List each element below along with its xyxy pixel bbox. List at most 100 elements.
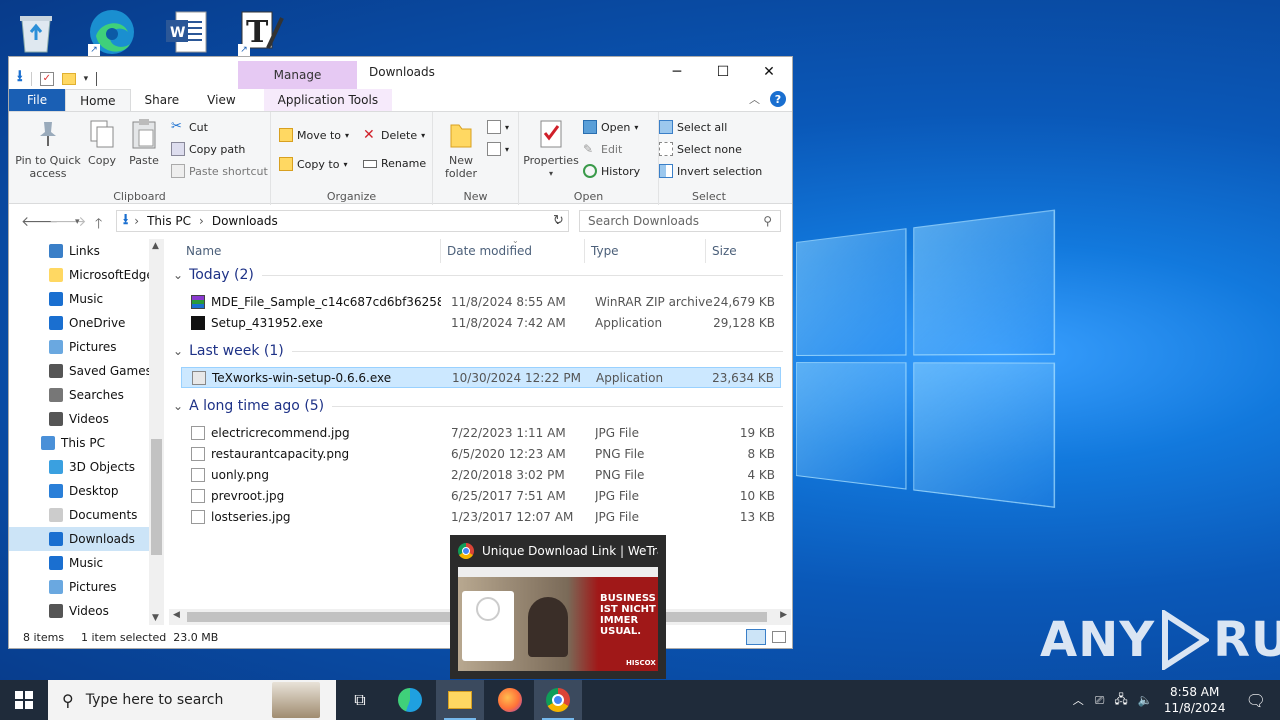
network-icon[interactable]: 🖧: [1109, 690, 1132, 711]
clock[interactable]: 8:58 AM 11/8/2024: [1158, 684, 1232, 716]
file-icon: [191, 510, 205, 524]
rename-button[interactable]: Rename: [363, 157, 426, 170]
cut-button[interactable]: ✂ Cut: [171, 120, 208, 134]
edge-icon[interactable]: ↗: [86, 6, 138, 58]
nav-scrollbar[interactable]: ▲ ▼: [149, 239, 164, 625]
taskbar-edge[interactable]: [386, 680, 434, 720]
sidebar-item-pictures[interactable]: Pictures: [9, 335, 164, 359]
taskbar-firefox[interactable]: [486, 680, 534, 720]
group-header[interactable]: ⌄ Last week (1): [173, 343, 783, 359]
title-bar[interactable]: ⭳ ✓ ▾ Manage Downloads ─ ☐ ✕: [9, 57, 792, 89]
taskbar-chrome[interactable]: [534, 680, 582, 720]
sidebar-item-microsoftedge[interactable]: MicrosoftEdge: [9, 263, 164, 287]
sidebar-item-music[interactable]: Music: [9, 287, 164, 311]
breadcrumb-this-pc[interactable]: This PC: [147, 214, 191, 228]
sidebar-item-videos[interactable]: Videos: [9, 407, 164, 431]
notifications-icon[interactable]: 🗨: [1232, 691, 1280, 710]
table-row[interactable]: MDE_File_Sample_c14c687cd6bf362583cc... 1…: [181, 291, 781, 312]
invert-selection-icon: [659, 164, 673, 178]
details-view-icon[interactable]: [746, 629, 766, 645]
sidebar-item-videos[interactable]: Videos: [9, 599, 164, 623]
properties-icon[interactable]: ✓: [40, 72, 54, 86]
copy-to-button[interactable]: Copy to ▾: [279, 157, 347, 171]
file-name: Setup_431952.exe: [211, 316, 323, 330]
sidebar-item-searches[interactable]: Searches: [9, 383, 164, 407]
maximize-button[interactable]: ☐: [700, 57, 746, 87]
taskbar-search-box[interactable]: ⚲ Type here to search: [48, 680, 336, 720]
collapse-ribbon-icon[interactable]: ︿: [749, 91, 760, 107]
up-button[interactable]: 🡑: [95, 213, 102, 237]
tab-manage[interactable]: Manage: [238, 61, 357, 89]
scissors-icon: ✂: [171, 120, 185, 134]
recent-locations-button[interactable]: ▾: [75, 217, 80, 227]
copy-path-button[interactable]: Copy path: [171, 142, 245, 156]
column-type[interactable]: Type: [591, 244, 619, 258]
properties-button[interactable]: Properties ▾: [523, 118, 579, 180]
close-button[interactable]: ✕: [746, 57, 792, 87]
easy-access-button[interactable]: ▾: [487, 142, 509, 156]
forward-button[interactable]: 🡒: [49, 213, 87, 230]
tab-file[interactable]: File: [9, 89, 65, 111]
table-row[interactable]: prevroot.jpg 6/25/2017 7:51 AM JPG File 10 …: [181, 485, 781, 506]
move-to-button[interactable]: Move to ▾: [279, 128, 349, 142]
invert-selection-button[interactable]: Invert selection: [659, 164, 762, 178]
new-folder-button[interactable]: New folder: [441, 118, 481, 180]
tab-application-tools[interactable]: Application Tools: [264, 89, 392, 111]
meet-now-icon[interactable]: ⎚: [1090, 693, 1110, 708]
rename-icon: [363, 160, 377, 168]
edit-button[interactable]: ✎ Edit: [583, 142, 622, 156]
open-button[interactable]: Open ▾: [583, 120, 638, 134]
taskbar-file-explorer[interactable]: [436, 680, 484, 720]
group-header[interactable]: ⌄ A long time ago (5): [173, 398, 783, 414]
column-size[interactable]: Size: [712, 244, 737, 258]
select-none-button[interactable]: Select none: [659, 142, 742, 156]
new-item-button[interactable]: ▾: [487, 120, 509, 134]
address-box[interactable]: ⭳ › This PC › Downloads ⌄: [116, 210, 569, 232]
recycle-bin-icon[interactable]: [10, 6, 62, 58]
sidebar-item-downloads[interactable]: Downloads: [9, 527, 164, 551]
large-icons-view-icon[interactable]: [772, 631, 786, 643]
sidebar-item-onedrive[interactable]: OneDrive: [9, 311, 164, 335]
show-hidden-icons-icon[interactable]: ︿: [1067, 692, 1090, 708]
help-icon[interactable]: ?: [770, 91, 786, 107]
sidebar-item-music[interactable]: Music: [9, 551, 164, 575]
minimize-button[interactable]: ─: [654, 57, 700, 87]
new-folder-icon[interactable]: [62, 73, 76, 85]
table-row[interactable]: restaurantcapacity.png 6/5/2020 12:23 AM P…: [181, 443, 781, 464]
start-button[interactable]: [0, 680, 48, 720]
column-date-modified[interactable]: Date modified: [447, 244, 532, 258]
task-view-button[interactable]: ⧉: [336, 680, 384, 720]
sidebar-item-desktop[interactable]: Desktop: [9, 479, 164, 503]
paste-button[interactable]: Paste: [125, 118, 163, 167]
sidebar-item-links[interactable]: Links: [9, 239, 164, 263]
group-header[interactable]: ⌄ Today (2): [173, 267, 783, 283]
sidebar-item-3d-objects[interactable]: 3D Objects: [9, 455, 164, 479]
paste-shortcut-button[interactable]: Paste shortcut: [171, 164, 268, 178]
tab-share[interactable]: Share: [131, 89, 194, 111]
table-row[interactable]: TeXworks-win-setup-0.6.6.exe 10/30/2024 1…: [181, 367, 781, 388]
table-row[interactable]: electricrecommend.jpg 7/22/2023 1:11 AM JP…: [181, 422, 781, 443]
select-all-button[interactable]: Select all: [659, 120, 727, 134]
sidebar-item-pictures[interactable]: Pictures: [9, 575, 164, 599]
sidebar-item-saved-games[interactable]: Saved Games: [9, 359, 164, 383]
texworks-icon[interactable]: T ↗: [236, 6, 288, 58]
copy-button[interactable]: Copy: [85, 118, 119, 167]
column-name[interactable]: Name: [186, 244, 221, 258]
customize-dropdown-icon[interactable]: ▾: [84, 74, 89, 84]
sidebar-item-documents[interactable]: Documents: [9, 503, 164, 527]
breadcrumb-downloads[interactable]: Downloads: [212, 214, 278, 228]
taskbar-thumbnail-preview[interactable]: Unique Download Link | WeTra... BUSINESS…: [450, 535, 666, 679]
tab-home[interactable]: Home: [65, 89, 130, 111]
table-row[interactable]: Setup_431952.exe 11/8/2024 7:42 AM Applica…: [181, 312, 781, 333]
delete-button[interactable]: ✕ Delete ▾: [363, 128, 425, 142]
tab-view[interactable]: View: [193, 89, 249, 111]
table-row[interactable]: lostseries.jpg 1/23/2017 12:07 AM JPG File…: [181, 506, 781, 527]
pin-to-quick-access-button[interactable]: Pin to Quick access: [13, 118, 83, 180]
volume-icon[interactable]: 🔈: [1133, 693, 1158, 707]
history-button[interactable]: History: [583, 164, 640, 178]
word-icon[interactable]: W: [160, 6, 212, 58]
search-input[interactable]: Search Downloads ⚲: [579, 210, 781, 232]
sidebar-item-this-pc[interactable]: This PC: [9, 431, 164, 455]
refresh-icon[interactable]: ↻: [553, 213, 564, 228]
table-row[interactable]: uonly.png 2/20/2018 3:02 PM PNG File 4 KB: [181, 464, 781, 485]
